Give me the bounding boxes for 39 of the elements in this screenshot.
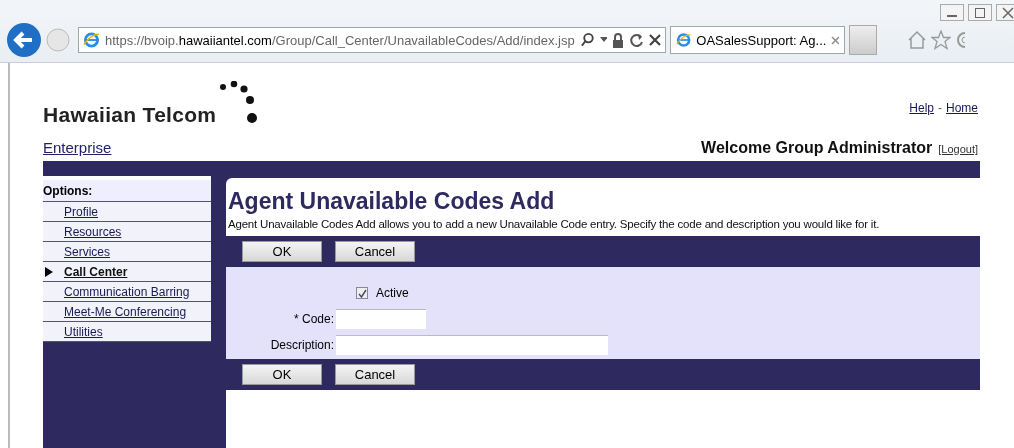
button[interactable]: Cancel <box>335 364 415 385</box>
link-separator: - <box>938 101 942 115</box>
help-link[interactable]: Help <box>909 101 934 115</box>
page-title: Agent Unavailable Codes Add <box>228 188 556 215</box>
button[interactable]: Cancel <box>335 241 415 262</box>
home-link[interactable]: Home <box>946 101 978 115</box>
lock-icon <box>612 32 624 48</box>
close-tab-icon[interactable] <box>831 35 839 45</box>
browser-logo-icon <box>83 31 100 49</box>
stop-icon[interactable] <box>647 33 661 47</box>
close-icon[interactable] <box>996 4 1014 21</box>
logout-link[interactable]: [Logout] <box>938 143 978 155</box>
address-bar[interactable]: https://bvoip.hawaiiantel.com/Group/Call_Center/UnavailableCodes/Add/index.jsp <box>78 27 666 53</box>
input-field[interactable] <box>336 309 426 329</box>
maximize-icon[interactable] <box>968 4 992 21</box>
refresh-icon[interactable] <box>628 32 643 48</box>
input-field[interactable] <box>336 335 608 355</box>
page-description: Agent Unavailable Codes Add allows you to add a new Unavailable Code entry. Specify the code and description you would like for it. <box>228 218 881 230</box>
enterprise-link[interactable]: Enterprise <box>43 139 112 156</box>
star-icon[interactable] <box>931 30 951 50</box>
sidebar-link[interactable]: Profile <box>64 204 98 219</box>
browser-tab[interactable]: OASalesSupport: Ag... <box>670 26 845 54</box>
caret-icon[interactable] <box>599 37 608 43</box>
minimize-icon[interactable] <box>940 4 964 21</box>
tab-title: OASalesSupport: Ag... <box>696 32 827 48</box>
sidebar-link[interactable]: Utilities <box>64 324 103 339</box>
checkbox[interactable] <box>356 287 368 299</box>
button[interactable]: OK <box>242 364 322 385</box>
field-label: Description: <box>269 338 335 352</box>
back-icon[interactable] <box>6 22 42 58</box>
welcome-text: Welcome Group Administrator <box>701 139 933 157</box>
search-icon[interactable] <box>579 32 595 48</box>
browser-logo-icon <box>676 31 692 49</box>
company-logo: Hawaiian Telcom <box>43 81 269 131</box>
button[interactable]: OK <box>242 241 322 262</box>
field-label: * Code: <box>292 312 335 326</box>
checkbox-label: Active <box>376 286 409 300</box>
options-heading: Options: <box>43 180 211 202</box>
url-text: https://bvoip.hawaiiantel.com/Group/Call_Center/UnavailableCodes/Add/index.jsp <box>104 32 575 48</box>
